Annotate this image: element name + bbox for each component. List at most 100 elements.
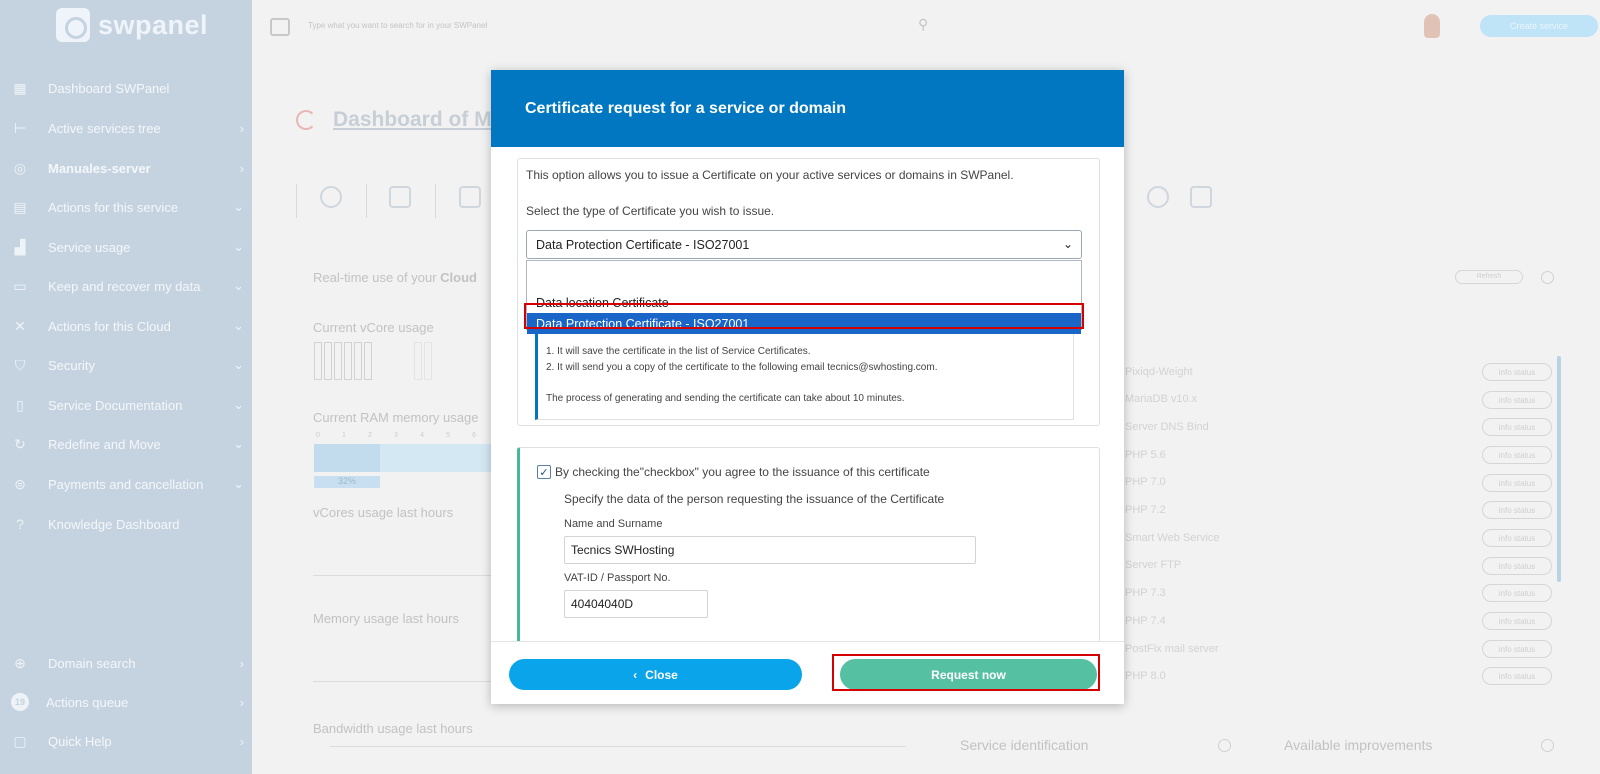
ram-tick: 2: [368, 432, 372, 439]
shield-settings-icon[interactable]: [1147, 186, 1169, 208]
info-status-button[interactable]: info status: [1482, 584, 1552, 602]
avatar[interactable]: [1424, 14, 1440, 38]
sidebar: swpanel ▦ Dashboard SWPanel ⊢ Active ser…: [0, 0, 252, 774]
ram-tick: 4: [420, 432, 424, 439]
ram-tick: 5: [446, 432, 450, 439]
sidebar-item-label: Keep and recover my data: [48, 278, 201, 294]
info-line-text: 2. It will send you a copy of the certif…: [546, 362, 828, 373]
modal-footer: ‹ Close Request now: [491, 641, 1124, 704]
sidebar-item-active-services-tree[interactable]: ⊢ Active services tree ›: [0, 115, 252, 141]
chevron-down-icon: ⌄: [233, 318, 244, 333]
sidebar-item-label: Redefine and Move: [48, 436, 161, 452]
sidebar-item-domain-search[interactable]: ⊕ Domain search ›: [0, 650, 252, 676]
sliders-icon[interactable]: [459, 186, 481, 208]
toolbar-divider: [296, 184, 297, 218]
chevron-right-icon: ›: [239, 120, 244, 136]
sidebar-item-label: Payments and cancellation: [48, 476, 204, 492]
collapse-icon[interactable]: [1541, 271, 1554, 284]
sidebar-item-actions-cloud[interactable]: ✕ Actions for this Cloud ⌄: [0, 313, 252, 339]
sidebar-item-label: Actions for this service: [48, 199, 179, 215]
create-service-button[interactable]: Create service: [1480, 15, 1598, 37]
sidebar-item-label: Security: [48, 357, 95, 373]
chart-baseline: [330, 746, 906, 747]
info-status-button[interactable]: info status: [1482, 640, 1552, 658]
info-line: The process of generating and sending th…: [546, 393, 905, 404]
toolbar-divider: [435, 184, 436, 218]
info-status-button[interactable]: info status: [1482, 667, 1552, 685]
certificate-type-select[interactable]: Data Protection Certificate - ISO27001 ⌄: [526, 230, 1082, 259]
sidebar-item-keep-recover[interactable]: ▭ Keep and recover my data ⌄: [0, 273, 252, 299]
service-identification-heading: Service identification: [960, 737, 1089, 753]
sidebar-item-actions-queue[interactable]: 19 Actions queue ›: [0, 689, 252, 715]
request-highlight: [832, 654, 1100, 691]
clock-icon[interactable]: [320, 186, 342, 208]
ram-bar-fill: [314, 444, 380, 472]
ram-tick: 0: [316, 432, 320, 439]
chevron-down-icon: ⌄: [233, 278, 244, 293]
globe-icon: ⊕: [14, 654, 26, 671]
chevron-left-icon: ‹: [633, 667, 638, 682]
chevron-right-icon: ›: [239, 733, 244, 749]
agree-checkbox[interactable]: ✓: [537, 465, 551, 479]
info-status-button[interactable]: info status: [1482, 612, 1552, 630]
vat-field[interactable]: [564, 590, 708, 618]
service-name: PostFix mail server: [1125, 643, 1219, 655]
archive-icon: ▭: [13, 277, 27, 294]
sidebar-item-payments[interactable]: ⊜ Payments and cancellation ⌄: [0, 471, 252, 497]
sidebar-item-dashboard[interactable]: ▦ Dashboard SWPanel: [0, 75, 252, 101]
service-name: Pixiqd-Weight: [1125, 366, 1193, 378]
select-label: Select the type of Certificate you wish …: [526, 204, 775, 218]
add-widget-icon[interactable]: [389, 186, 411, 208]
sidebar-item-knowledge[interactable]: ? Knowledge Dashboard: [0, 511, 252, 537]
realtime-heading: Real-time use of your Cloud: [313, 270, 477, 285]
modal-title: Certificate request for a service or dom…: [525, 100, 846, 117]
info-status-button[interactable]: info status: [1482, 501, 1552, 519]
report-icon[interactable]: [1190, 186, 1212, 208]
expand-icon[interactable]: [1218, 739, 1231, 752]
name-field[interactable]: [564, 536, 976, 564]
sidebar-item-security[interactable]: ⛉ Security ⌄: [0, 352, 252, 378]
sidebar-item-label: Service Documentation: [48, 397, 183, 413]
info-status-button[interactable]: info status: [1482, 418, 1552, 436]
ram-percentage: 32%: [314, 476, 380, 488]
service-name: PHP 7.2: [1125, 504, 1166, 516]
service-name: Server FTP: [1125, 559, 1182, 571]
expand-icon[interactable]: [1541, 739, 1554, 752]
quick-help-icon: ▢: [13, 732, 27, 749]
sidebar-item-quick-help[interactable]: ▢ Quick Help ›: [0, 728, 252, 754]
sidebar-item-redefine-move[interactable]: ↻ Redefine and Move ⌄: [0, 431, 252, 457]
close-button[interactable]: ‹ Close: [509, 659, 802, 690]
sidebar-item-manuales-server[interactable]: ◎ Manuales-server ›: [0, 155, 252, 181]
sidebar-item-service-documentation[interactable]: ▯ Service Documentation ⌄: [0, 392, 252, 418]
chart-baseline: [313, 681, 491, 682]
service-name: PHP 5.6: [1125, 449, 1166, 461]
select-value: Data Protection Certificate - ISO27001: [536, 238, 750, 252]
sidebar-item-service-usage[interactable]: ▟ Service usage ⌄: [0, 234, 252, 260]
tree-icon: ⊢: [13, 119, 27, 136]
help-icon: ?: [16, 516, 24, 532]
info-status-button[interactable]: info status: [1482, 529, 1552, 547]
vcore-bars: [314, 342, 372, 380]
payments-icon: ⊜: [14, 475, 26, 492]
info-status-button[interactable]: info status: [1482, 446, 1552, 464]
swpanel-logo[interactable]: swpanel: [56, 8, 208, 42]
tools-icon: ✕: [14, 317, 26, 334]
sidebar-item-actions-service[interactable]: ▤ Actions for this service ⌄: [0, 194, 252, 220]
services-scrollbar[interactable]: [1557, 356, 1561, 582]
info-status-button[interactable]: info status: [1482, 557, 1552, 575]
info-status-button[interactable]: info status: [1482, 474, 1552, 492]
chart-icon: ▟: [14, 238, 26, 255]
info-status-button[interactable]: info status: [1482, 363, 1552, 381]
sidebar-item-label: Domain search: [48, 655, 136, 671]
certificate-request-modal: Certificate request for a service or dom…: [491, 70, 1124, 704]
vcores-hours-label: vCores usage last hours: [313, 505, 454, 520]
close-button-label: Close: [645, 667, 678, 682]
service-name: Server DNS Bind: [1125, 421, 1209, 433]
refresh-button[interactable]: Refresh: [1455, 270, 1523, 284]
search-icon[interactable]: ⚲: [918, 16, 928, 33]
global-search-input[interactable]: Type what you want to search for in your…: [308, 21, 487, 30]
sidebar-toggle-icon[interactable]: [270, 18, 290, 36]
sidebar-item-label: Quick Help: [48, 733, 112, 749]
chevron-down-icon: ⌄: [233, 476, 244, 491]
info-status-button[interactable]: info status: [1482, 391, 1552, 409]
